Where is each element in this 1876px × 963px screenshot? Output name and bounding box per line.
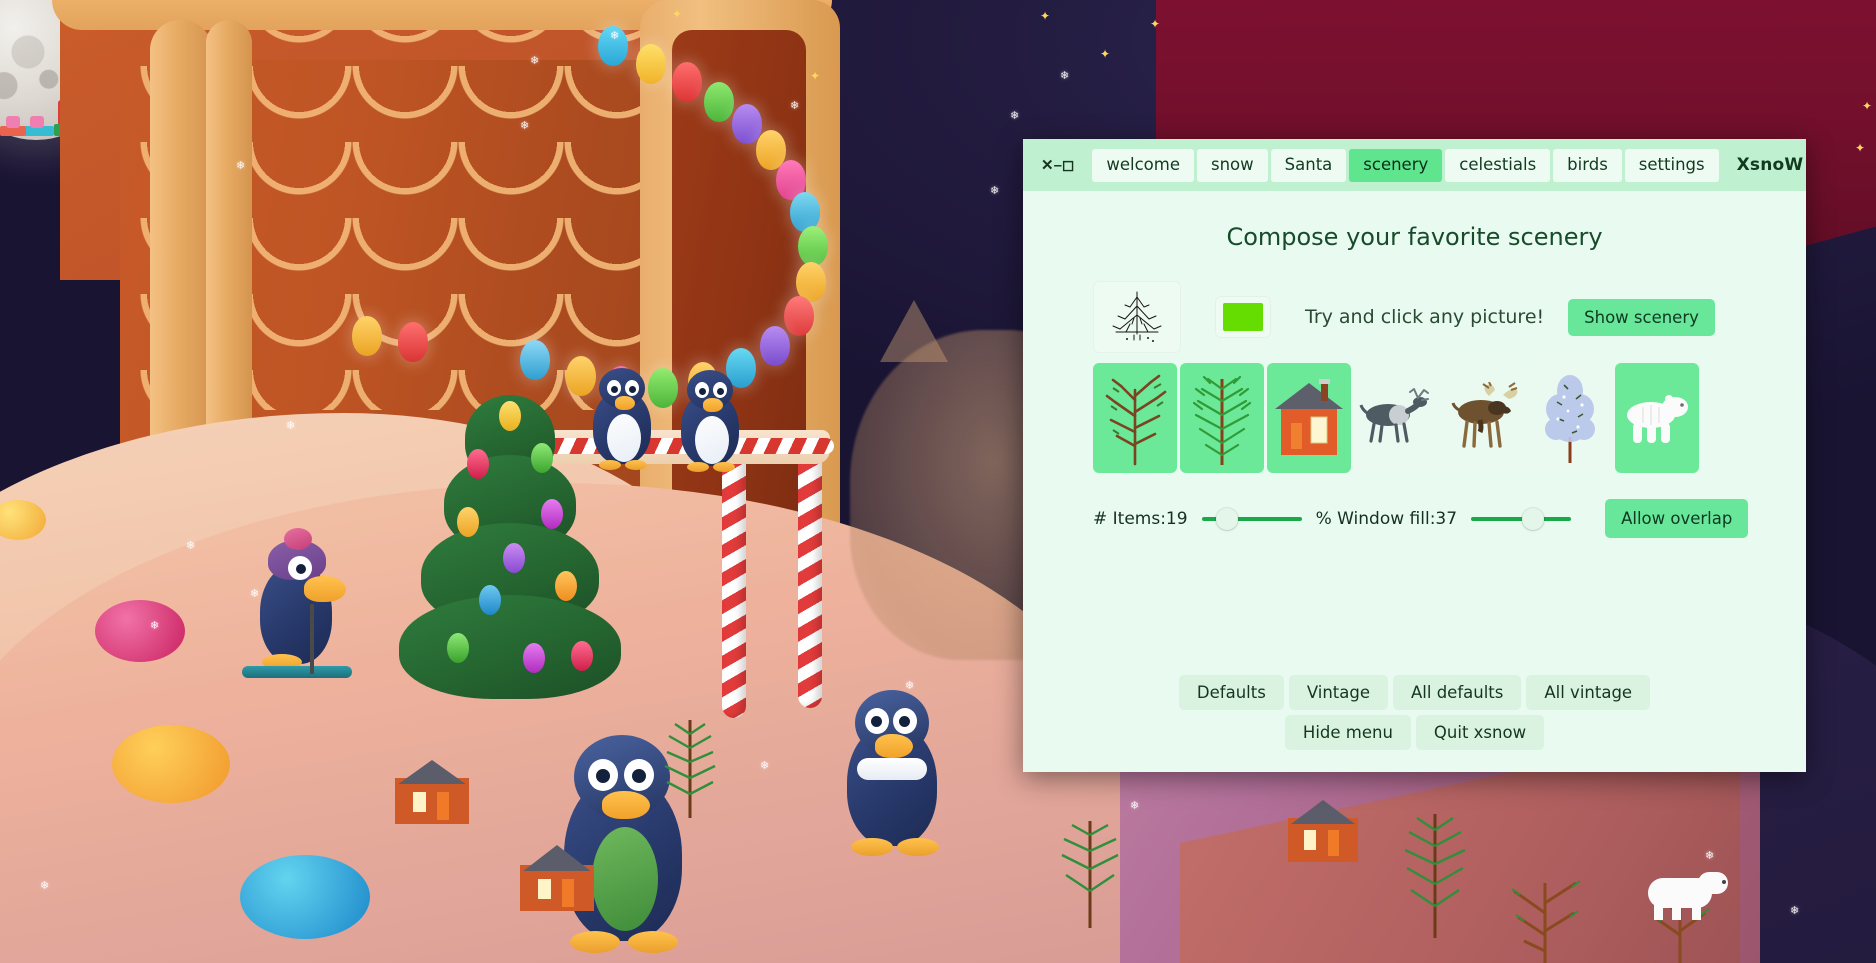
scenery-picture-row: [1023, 353, 1806, 473]
window-fill-label: % Window fill:37: [1315, 508, 1458, 529]
footer-buttons: Defaults Vintage All defaults All vintag…: [1023, 675, 1806, 750]
items-label: # Items:19: [1093, 508, 1188, 529]
snowflake: ❄: [250, 587, 260, 600]
candy-mound-pink: [95, 600, 185, 662]
tab-celestials[interactable]: celestials: [1445, 148, 1551, 182]
line-art-fir-tree-icon[interactable]: [1093, 281, 1181, 353]
app-title: XsnoW: [1736, 155, 1804, 175]
snowflake: ❄: [1705, 849, 1715, 862]
allow-overlap-button[interactable]: Allow overlap: [1605, 499, 1749, 538]
tab-snow[interactable]: snow: [1197, 148, 1268, 182]
snowflake: ❄: [790, 99, 800, 112]
snowflake: ❄: [186, 539, 196, 552]
star: ✦: [1855, 141, 1866, 155]
star: ✦: [810, 69, 821, 83]
scenery-house-sprite: [395, 760, 469, 824]
star: ✦: [672, 7, 683, 21]
candy-mound-blue: [240, 855, 370, 939]
tab-settings[interactable]: settings: [1624, 148, 1719, 182]
snowflake: ❄: [150, 619, 160, 632]
star: ✦: [1862, 99, 1873, 113]
minimize-icon[interactable]: –: [1054, 150, 1062, 180]
star: ✦: [1040, 9, 1051, 23]
window-fill-slider-thumb[interactable]: [1522, 507, 1545, 530]
scenery-house-sprite: [1288, 800, 1358, 862]
penguin-skier: [242, 528, 360, 680]
snowflake: ❄: [905, 679, 915, 692]
snowflake: ❄: [1060, 69, 1070, 82]
all-vintage-button[interactable]: All vintage: [1526, 675, 1651, 710]
scenery-tile-house[interactable]: [1267, 363, 1351, 473]
snowflake: ❄: [1130, 799, 1140, 812]
penguin-balcony-right: [673, 370, 751, 480]
scenery-green-tree-sprite: [664, 720, 716, 818]
scenery-controls-row: Try and click any picture! Show scenery: [1023, 251, 1806, 353]
tab-welcome[interactable]: welcome: [1092, 148, 1194, 182]
maximize-icon[interactable]: ◻: [1062, 150, 1074, 180]
scenery-tile-moose[interactable]: [1441, 363, 1525, 473]
defaults-button[interactable]: Defaults: [1178, 675, 1284, 710]
tab-birds[interactable]: birds: [1553, 148, 1622, 182]
xsnow-window[interactable]: ✕ – ◻ welcome snow Santa scenery celesti…: [1023, 139, 1806, 772]
page-title: Compose your favorite scenery: [1226, 223, 1603, 251]
cat-ear: [880, 300, 948, 362]
star: ✦: [1100, 47, 1111, 61]
scenery-tile-green-tree[interactable]: [1180, 363, 1264, 473]
tab-santa[interactable]: Santa: [1270, 148, 1347, 182]
title-bar: ✕ – ◻ welcome snow Santa scenery celesti…: [1023, 139, 1806, 191]
scenery-bare-tree-sprite: [1511, 880, 1581, 963]
footer-row-1: Defaults Vintage All defaults All vintag…: [1178, 675, 1651, 710]
quit-xsnow-button[interactable]: Quit xsnow: [1415, 715, 1545, 750]
candy-cane-pole: [798, 448, 822, 708]
star: ✦: [1150, 17, 1161, 31]
window-fill-slider[interactable]: [1471, 505, 1572, 533]
scenery-tile-blue-snowy-tree[interactable]: [1528, 363, 1612, 473]
tab-bar: welcome snow Santa scenery celestials bi…: [1092, 148, 1719, 182]
footer-row-2: Hide menu Quit xsnow: [1284, 715, 1545, 750]
click-hint-label: Try and click any picture!: [1305, 306, 1545, 328]
window-fill-slider-track: [1471, 516, 1572, 521]
show-scenery-button[interactable]: Show scenery: [1568, 298, 1715, 336]
scenery-panel: Compose your favorite scenery Try and cl…: [1023, 191, 1806, 772]
penguin-white-scarf: [835, 690, 955, 870]
scenery-color-picker[interactable]: [1215, 296, 1271, 338]
scenery-slider-row: # Items:19 % Window fill:37 Allow overla…: [1023, 473, 1806, 538]
penguin-balcony-left: [585, 368, 663, 478]
all-defaults-button[interactable]: All defaults: [1393, 675, 1522, 710]
scenery-house-sprite: [520, 845, 594, 911]
desktop-wallpaper: ❄ ❄ ❄ ❄ ❄ ❄ ❄ ❄ ❄ ❄ ❄ ❄ ❄ ❄ ❄ ❄ ❄ ❄ ✦ ✦ …: [0, 0, 1876, 963]
snowflake: ❄: [40, 879, 50, 892]
snowflake: ❄: [1010, 109, 1020, 122]
scenery-green-tree-sprite: [1404, 814, 1466, 938]
candy-mound-orange: [112, 725, 230, 803]
scenery-tile-polar-bear[interactable]: [1615, 363, 1699, 473]
close-icon[interactable]: ✕: [1041, 150, 1054, 180]
snowflake: ❄: [610, 29, 620, 42]
candy-cane-pole: [722, 448, 746, 718]
snowflake: ❄: [530, 54, 540, 67]
scenery-polar-bear-sprite: [1640, 870, 1730, 922]
snowflake: ❄: [286, 419, 296, 432]
scenery-green-tree-sprite: [1061, 821, 1119, 928]
vintage-button[interactable]: Vintage: [1288, 675, 1388, 710]
color-swatch: [1223, 303, 1263, 331]
snowflake: ❄: [760, 759, 770, 772]
items-slider[interactable]: [1201, 505, 1302, 533]
items-slider-thumb[interactable]: [1215, 507, 1238, 530]
scenery-tile-reindeer[interactable]: [1354, 363, 1438, 473]
snowflake: ❄: [236, 159, 246, 172]
scenery-tile-bare-tree[interactable]: [1093, 363, 1177, 473]
snowflake: ❄: [520, 119, 530, 132]
hide-menu-button[interactable]: Hide menu: [1284, 715, 1411, 750]
snowflake: ❄: [990, 184, 1000, 197]
tab-scenery[interactable]: scenery: [1349, 148, 1443, 182]
snowflake: ❄: [1790, 904, 1800, 917]
